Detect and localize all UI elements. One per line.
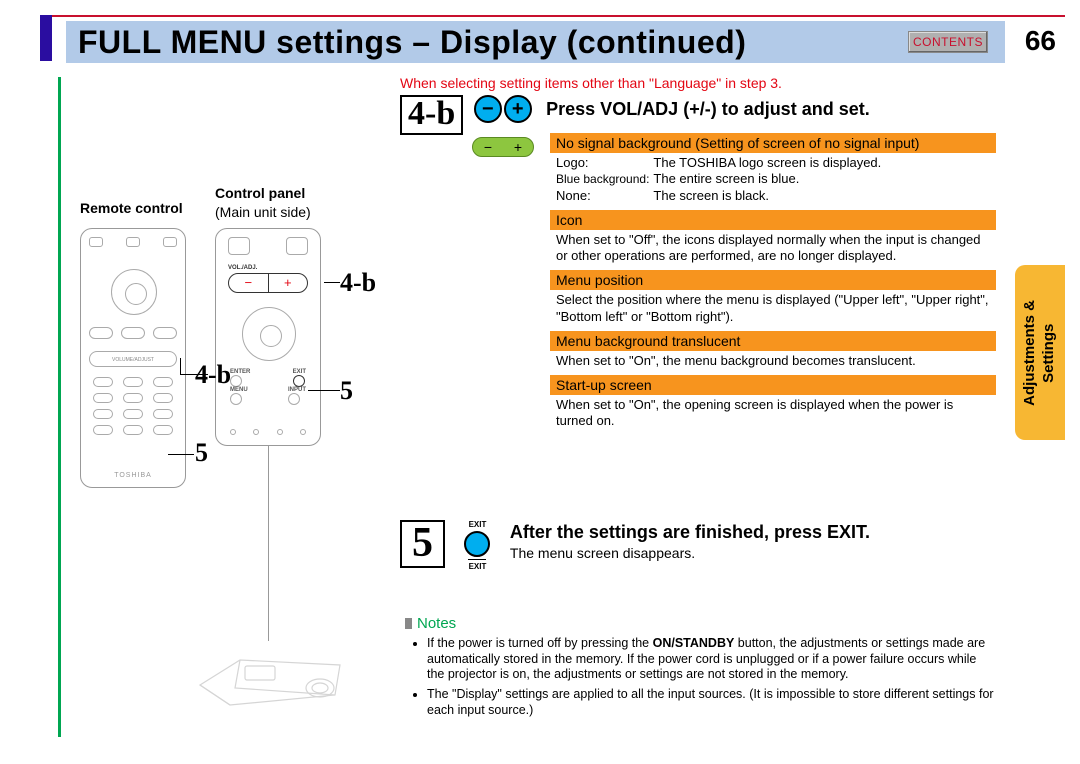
exit-icon-column: EXIT EXIT (455, 520, 499, 571)
notes-header: Notes (405, 615, 995, 632)
setting-title: Menu background translucent (550, 331, 996, 351)
callout-line (180, 374, 208, 375)
setting-title: Icon (550, 210, 996, 230)
section-tab-label: Adjustments &Settings (1021, 300, 1059, 406)
setting-title: No signal background (Setting of screen … (550, 133, 996, 153)
step-5: 5 EXIT EXIT After the settings are finis… (400, 520, 996, 571)
notes-marker-icon (405, 618, 412, 629)
minus-plus-icons: − + (474, 95, 534, 123)
callout-line (324, 282, 340, 283)
vol-adj-pill: − + (472, 137, 534, 157)
panel-voladj-label: VOL./ADJ. (228, 265, 257, 271)
step-4b: 4-b − + Press VOL/ADJ (+/-) to adjust an… (400, 95, 996, 135)
exit-label-top: EXIT (455, 520, 499, 529)
callout-5-panel: 5 (340, 376, 353, 406)
step-5-badge: 5 (400, 520, 445, 568)
callout-5-remote: 5 (195, 438, 208, 468)
exit-label-bottom: EXIT (455, 562, 499, 571)
step-intro-note: When selecting setting items other than … (400, 75, 782, 91)
remote-control-label: Remote control (80, 200, 183, 216)
minus-icon: − (474, 95, 502, 123)
title-accent (40, 15, 52, 61)
step-4b-heading: Press VOL/ADJ (+/-) to adjust and set. (546, 95, 870, 120)
panel-plus: + (268, 274, 308, 292)
step-4b-badge: 4-b (400, 95, 463, 135)
top-divider (40, 15, 1065, 17)
control-panel-sublabel: (Main unit side) (215, 204, 311, 220)
section-tab: Adjustments &Settings (1015, 265, 1065, 440)
callout-line (168, 454, 194, 455)
panel-menu-label: MENU (230, 387, 248, 393)
step-5-text: The menu screen disappears. (510, 545, 990, 561)
callout-line (180, 358, 181, 374)
left-accent-line (58, 77, 61, 737)
note-item: The "Display" settings are applied to al… (427, 687, 995, 718)
setting-title: Menu position (550, 270, 996, 290)
notes-section: Notes If the power is turned off by pres… (405, 615, 995, 722)
title-bar: FULL MENU settings – Display (continued) (66, 21, 1005, 63)
setting-desc: Logo:The TOSHIBA logo screen is displaye… (550, 153, 891, 204)
setting-desc: Select the position where the menu is di… (550, 290, 996, 325)
callout-4b-remote: 4-b (195, 360, 231, 390)
panel-input-label: INPUT (288, 387, 306, 393)
control-panel-label: Control panel (215, 185, 305, 201)
settings-list: No signal background (Setting of screen … (550, 133, 996, 430)
control-panel-illustration: VOL./ADJ. − + ENTER EXIT MENU INPUT (215, 228, 321, 446)
panel-enter-label: ENTER (230, 369, 250, 375)
contents-label: CONTENTS (913, 35, 983, 49)
remote-volume-label: VOLUME/ADJUST (89, 351, 177, 367)
page-title: FULL MENU settings – Display (continued) (78, 24, 746, 61)
step-5-heading: After the settings are finished, press E… (510, 522, 990, 543)
page-number: 66 (1025, 25, 1056, 57)
setting-desc: When set to "On", the opening screen is … (550, 395, 996, 430)
projector-illustration (190, 630, 350, 720)
connector-line (268, 446, 269, 641)
setting-desc: When set to "On", the menu background be… (550, 351, 996, 369)
plus-icon: + (504, 95, 532, 123)
setting-title: Start-up screen (550, 375, 996, 395)
remote-brand: TOSHIBA (81, 472, 185, 479)
remote-control-illustration: VOLUME/ADJUST TOSHIBA (80, 228, 186, 488)
pill-plus: + (514, 139, 522, 155)
note-item: If the power is turned off by pressing t… (427, 636, 995, 683)
callout-4b-panel: 4-b (340, 268, 376, 298)
exit-button-icon (464, 531, 490, 557)
setting-desc: When set to "Off", the icons displayed n… (550, 230, 996, 265)
panel-minus: − (229, 274, 268, 292)
contents-button[interactable]: CONTENTS (908, 31, 988, 53)
pill-minus: − (484, 139, 492, 155)
callout-line (308, 390, 340, 391)
